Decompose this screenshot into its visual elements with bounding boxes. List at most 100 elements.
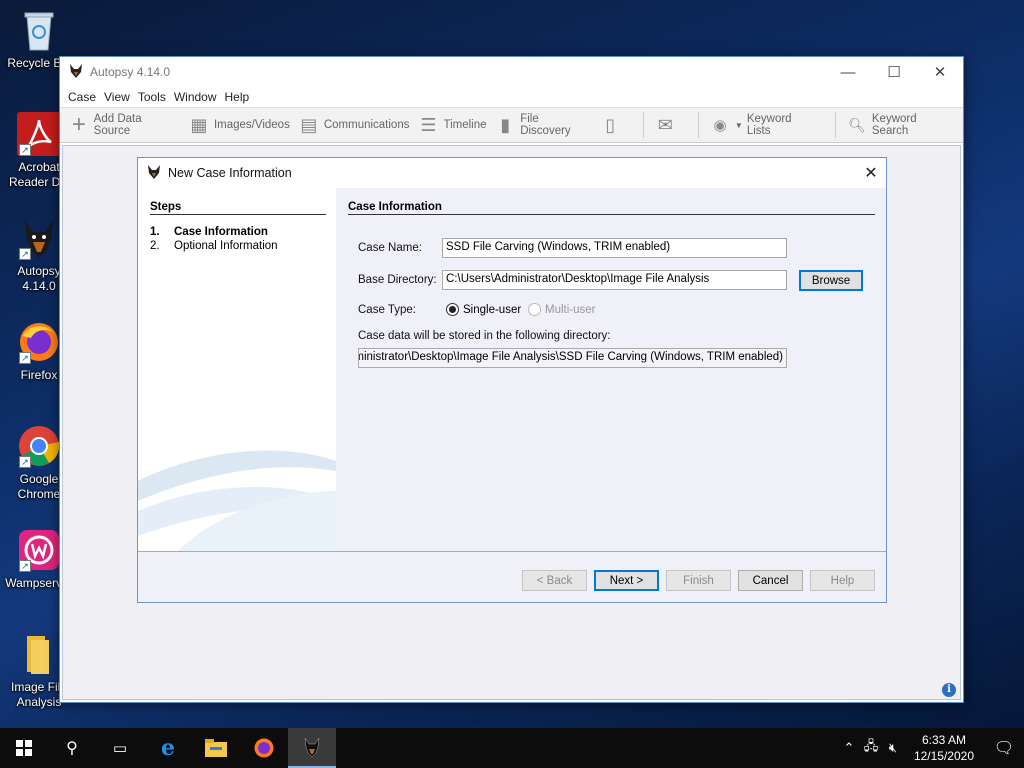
case-info-panel: Case Information Case Name: SSD File Car… [336, 188, 886, 551]
recycle-bin-icon [17, 8, 61, 52]
taskbar-firefox[interactable] [240, 728, 288, 768]
keyword-search-label: Keyword Search [871, 113, 917, 137]
autopsy-logo-icon [146, 164, 162, 183]
help-button[interactable]: Help [810, 570, 875, 591]
storage-directory-value: C:\Users\Administrator\Desktop\Image Fil… [359, 351, 783, 363]
window-titlebar[interactable]: Autopsy 4.14.0 — ☐ ✕ [60, 57, 963, 87]
radio-unselected-icon [528, 303, 541, 316]
timeline-button[interactable]: ☰ Timeline [417, 114, 486, 136]
add-data-source-button[interactable]: + Add Data Source [68, 111, 180, 138]
menu-view[interactable]: View [100, 90, 134, 104]
back-button[interactable]: < Back [522, 570, 587, 591]
images-icon: ▦ [190, 114, 208, 135]
firefox-icon: ↗ [17, 320, 61, 364]
case-type-label: Case Type: [358, 304, 416, 316]
autopsy-dog-icon: ↗ [17, 216, 61, 260]
file-explorer-icon [205, 739, 227, 757]
communications-label: Communications [323, 119, 410, 131]
autopsy-dog-icon [304, 737, 320, 758]
dialog-titlebar[interactable]: New Case Information ✕ [138, 158, 886, 188]
folder-icon [17, 632, 61, 676]
shortcut-arrow-icon: ↗ [19, 560, 31, 572]
next-button[interactable]: Next > [594, 570, 659, 591]
start-button[interactable] [0, 728, 48, 768]
file-discovery-button[interactable]: ▮ File Discovery [495, 113, 592, 137]
step-optional-information: 2. Optional Information [150, 240, 278, 252]
report-icon: ▯ [605, 114, 616, 135]
single-user-radio[interactable]: Single-user [446, 303, 521, 316]
taskbar-edge[interactable]: e [144, 728, 192, 768]
plus-icon: + [71, 111, 86, 138]
timeline-label: Timeline [443, 119, 487, 131]
menu-case[interactable]: Case [64, 90, 100, 104]
images-videos-button[interactable]: ▦ Images/Videos [188, 114, 290, 136]
maximize-icon[interactable]: ☐ [871, 57, 917, 87]
search-taskbar-button[interactable]: ⚲ [48, 728, 96, 768]
system-tray: ⌃ 🖧︎ 🔇︎ 6:33 AM 12/15/2020 🗨︎ [838, 728, 1024, 768]
case-name-input[interactable]: SSD File Carving (Windows, TRIM enabled) [442, 238, 787, 258]
taskbar-file-explorer[interactable] [192, 728, 240, 768]
edge-icon: e [161, 735, 175, 761]
wampserver-icon: ↗ [17, 528, 61, 572]
file-discovery-icon: ▮ [500, 114, 511, 135]
info-icon[interactable]: i [942, 683, 956, 697]
steps-heading: Steps [150, 201, 326, 215]
radio-selected-icon [446, 303, 459, 316]
step-label: Case Information [174, 226, 268, 238]
dialog-button-bar: < Back Next > Finish Cancel Help [138, 551, 886, 602]
shortcut-arrow-icon: ↗ [19, 352, 31, 364]
step-number: 1. [150, 226, 160, 238]
step-number: 2. [150, 240, 160, 252]
search-icon: ⚲ [66, 740, 78, 757]
firefox-icon [254, 738, 274, 758]
volume-muted-icon[interactable]: 🔇︎ [882, 740, 904, 756]
base-directory-label: Base Directory: [358, 274, 437, 286]
images-videos-label: Images/Videos [213, 119, 290, 131]
menu-help[interactable]: Help [221, 90, 254, 104]
notification-icon[interactable]: 🗨︎ [984, 738, 1024, 758]
search-icon: 🔍︎ [848, 116, 866, 133]
dialog-close-icon[interactable]: ✕ [856, 163, 886, 183]
generate-report-button[interactable]: ▯ [599, 114, 625, 136]
autopsy-logo-icon [68, 63, 84, 82]
base-directory-input[interactable]: C:\Users\Administrator\Desktop\Image Fil… [442, 270, 787, 290]
communications-icon: ▤ [300, 114, 318, 135]
section-heading: Case Information [348, 201, 875, 215]
network-icon[interactable]: 🖧︎ [860, 737, 882, 759]
menu-tools[interactable]: Tools [134, 90, 170, 104]
clock[interactable]: 6:33 AM 12/15/2020 [904, 732, 984, 764]
chevron-up-icon[interactable]: ⌃ [838, 740, 860, 756]
close-icon[interactable]: ✕ [917, 57, 963, 87]
storage-directory-field: C:\Users\Administrator\Desktop\Image Fil… [358, 348, 787, 368]
dropdown-arrow-icon: ▼ [734, 120, 743, 130]
finish-button[interactable]: Finish [666, 570, 731, 591]
cancel-button[interactable]: Cancel [738, 570, 803, 591]
taskbar-autopsy[interactable] [288, 728, 336, 768]
step-label: Optional Information [174, 240, 278, 252]
task-view-button[interactable]: ▭ [96, 728, 144, 768]
browse-button[interactable]: Browse [799, 270, 863, 291]
add-data-source-label: Add Data Source [93, 113, 142, 137]
single-user-label: Single-user [463, 303, 522, 316]
timeline-icon: ☰ [420, 114, 437, 135]
keyword-search-button[interactable]: 🔍︎ Keyword Search [846, 113, 955, 137]
eye-icon: ◉ [713, 117, 727, 134]
multi-user-radio[interactable]: Multi-user [528, 303, 595, 316]
dialog-title: New Case Information [168, 166, 292, 180]
chrome-icon: ↗ [17, 424, 61, 468]
email-button[interactable]: ✉ [654, 114, 680, 136]
window-title: Autopsy 4.14.0 [90, 65, 171, 79]
keyword-lists-button[interactable]: ◉ ▼ Keyword Lists [709, 113, 817, 137]
decorative-swoosh [138, 450, 336, 551]
storage-directory-label: Case data will be stored in the followin… [358, 330, 611, 342]
taskbar: ⚲ ▭ e ⌃ 🖧︎ 🔇︎ 6:33 AM 12/15/2020 🗨︎ [0, 728, 1024, 768]
menu-window[interactable]: Window [170, 90, 221, 104]
minimize-icon[interactable]: — [825, 57, 871, 87]
windows-logo-icon [16, 740, 32, 756]
main-toolbar: + Add Data Source ▦ Images/Videos ▤ Comm… [60, 107, 963, 143]
communications-button[interactable]: ▤ Communications [298, 114, 410, 136]
clock-time: 6:33 AM [921, 733, 966, 747]
toolbar-separator [643, 112, 645, 138]
clock-date: 12/15/2020 [913, 749, 974, 763]
envelope-icon: ✉ [657, 114, 673, 135]
